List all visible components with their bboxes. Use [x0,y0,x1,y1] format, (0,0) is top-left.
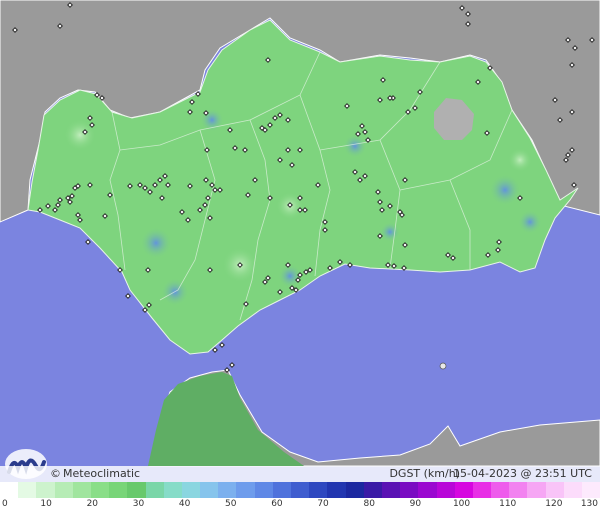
scale-swatch [36,482,55,498]
scale-swatch [509,482,528,498]
map-timestamp: 15-04-2023 @ 23:51 UTC [453,467,592,480]
gust-hotspot [343,134,367,158]
scale-swatch [491,482,510,498]
gust-hotspot [518,210,542,234]
map-canvas [0,0,600,517]
scale-swatch [345,482,364,498]
brand-name: Meteoclimatic [63,467,141,480]
brand-credit[interactable]: © Meteoclimatic [50,466,140,482]
scale-swatch [236,482,255,498]
scale-tick-label: 130 [580,499,598,509]
scale-swatch [145,482,164,498]
scale-tick-label: 20 [86,499,99,509]
calm-area [508,148,532,172]
gust-map[interactable] [0,0,600,517]
scale-tick-label: 60 [271,499,283,509]
scale-tick-label: 120 [545,499,563,509]
color-scale-legend: 0 10 20 30 40 50 60 70 80 90 100 110 120 130 [0,482,600,517]
scale-swatch [218,482,237,498]
scale-swatch [54,482,73,498]
scale-swatch [109,482,128,498]
scale-swatch [272,482,291,498]
scale-swatch [400,482,419,498]
scale-swatch [18,482,37,498]
scale-swatch [327,482,346,498]
scale-tick-label: 110 [499,499,517,509]
scale-swatch [127,482,146,498]
gust-hotspot [200,108,224,132]
scale-swatch [454,482,473,498]
gust-hotspot [140,227,172,259]
scale-swatch [181,482,201,498]
scale-swatch [381,482,401,498]
scale-tick-label: 40 [178,499,191,509]
scale-tick-label: 70 [317,499,329,509]
scale-swatch [545,482,564,498]
scale-swatch [200,482,219,498]
scale-swatch [363,482,382,498]
scale-swatch [472,482,492,498]
scale-tick-label: 0 [2,499,8,509]
scale-swatch [0,482,19,498]
scale-swatch [563,482,582,498]
scale-swatch [163,482,182,498]
scale-swatch [90,482,110,498]
gust-hotspot [489,174,521,206]
scale-swatch [254,482,273,498]
scale-tick-label: 10 [40,499,52,509]
scale-swatch [291,482,310,498]
scale-tick-label: 80 [363,499,375,509]
scale-tick-label: 90 [409,499,422,509]
scale-tick-label: 50 [225,499,237,509]
scale-swatch [527,482,546,498]
scale-swatch [418,482,437,498]
color-scale-bar [0,482,600,498]
scale-tick-label: 30 [132,499,145,509]
scale-swatch [582,482,600,498]
color-scale-labels: 0 10 20 30 40 50 60 70 80 90 100 110 120 130 [0,498,600,514]
copyright-symbol: © [50,467,61,480]
info-bar: © Meteoclimatic DGST (km/h) 15-04-2023 @ … [0,466,600,482]
gust-hotspot [380,222,400,242]
scale-tick-label: 100 [452,499,471,509]
scale-swatch [436,482,455,498]
scale-swatch [72,482,91,498]
scale-swatch [309,482,328,498]
island [439,362,447,370]
variable-label: DGST (km/h) [389,467,460,480]
